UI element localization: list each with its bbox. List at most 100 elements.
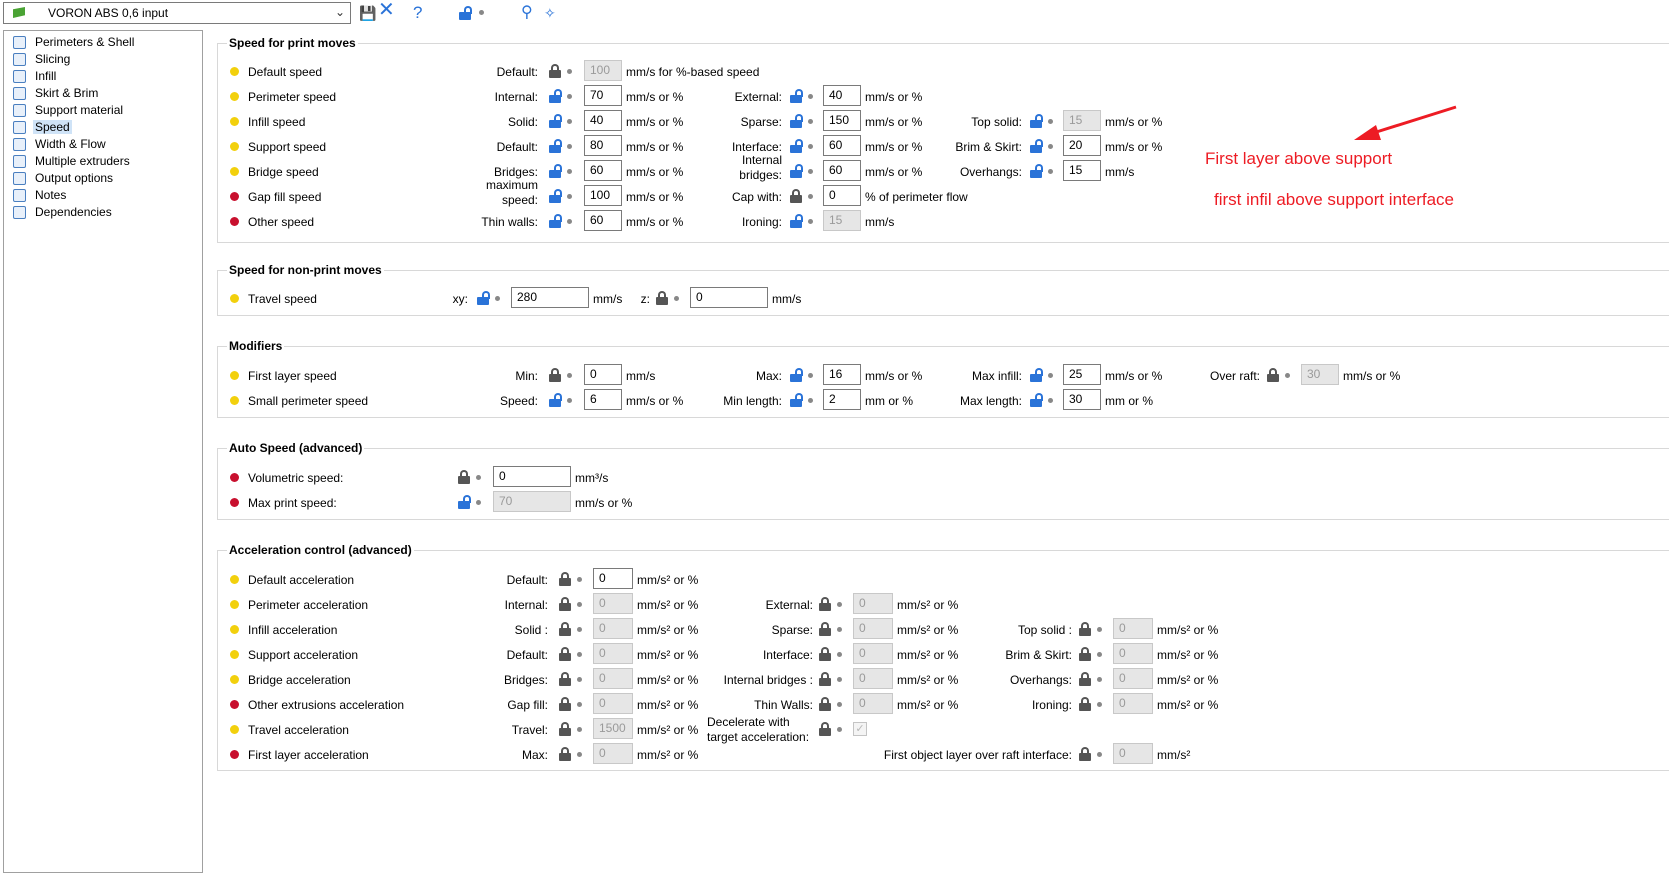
lock-icon[interactable] [790,189,802,203]
first-layer-max-input[interactable]: 16 [823,364,861,385]
accel-brim-skirt-input[interactable]: 0 [1113,643,1153,664]
chevron-down-icon[interactable]: ⌄ [335,5,345,19]
unlock-icon[interactable] [549,139,562,153]
lock-icon[interactable] [559,622,571,636]
accel-interface-input[interactable]: 0 [853,643,893,664]
ironing-input[interactable]: 15 [823,210,861,231]
sidebar-item-notes[interactable]: Notes [9,187,199,204]
cap-with-input[interactable]: 0 [823,185,861,206]
accel-first-layer-input[interactable]: 0 [593,743,633,764]
save-icon[interactable]: 💾 [359,4,376,22]
lock-icon[interactable] [559,747,571,761]
accel-support-default-input[interactable]: 0 [593,643,633,664]
accel-travel-input[interactable]: 1500 [593,718,633,739]
lock-icon[interactable] [559,722,571,736]
travel-xy-input[interactable]: 280 [511,287,589,308]
first-object-layer-raft-input[interactable]: 0 [1113,743,1153,764]
lock-icon[interactable] [559,647,571,661]
help-icon[interactable]: ? [413,4,422,22]
lock-icon[interactable] [819,697,831,711]
preset-select[interactable]: VORON ABS 0,6 input ⌄ [3,2,351,24]
accel-overhangs-input[interactable]: 0 [1113,668,1153,689]
perimeter-external-input[interactable]: 40 [823,85,861,106]
unlock-icon[interactable] [1030,114,1043,128]
support-interface-input[interactable]: 60 [823,135,861,156]
infill-solid-input[interactable]: 40 [584,110,622,131]
lock-icon[interactable] [1079,647,1091,661]
sidebar-item-slicing[interactable]: Slicing [9,51,199,68]
lock-icon[interactable] [819,622,831,636]
unlock-icon[interactable] [458,495,471,509]
max-print-speed-input[interactable]: 70 [493,491,571,512]
accel-external-input[interactable]: 0 [853,593,893,614]
internal-bridges-input[interactable]: 60 [823,160,861,181]
accel-internal-bridges-input[interactable]: 0 [853,668,893,689]
accel-solid-input[interactable]: 0 [593,618,633,639]
lock-icon[interactable] [1267,368,1279,382]
unlock-icon[interactable] [790,139,803,153]
lock-icon[interactable] [559,597,571,611]
unlock-icon[interactable] [549,214,562,228]
close-icon[interactable]: ✕ [378,0,395,20]
lock-icon[interactable] [549,368,561,382]
sidebar-item-support[interactable]: Support material [9,102,199,119]
support-brim-skirt-input[interactable]: 20 [1063,135,1101,156]
sidebar-item-infill[interactable]: Infill [9,68,199,85]
unlock-icon[interactable] [1030,393,1043,407]
lock-icon[interactable] [819,597,831,611]
small-perim-max-length-input[interactable]: 30 [1063,389,1101,410]
unlock-icon[interactable] [790,114,803,128]
small-perim-speed-input[interactable]: 6 [584,389,622,410]
accel-ironing-input[interactable]: 0 [1113,693,1153,714]
unlock-icon[interactable] [1030,164,1043,178]
accel-default-input[interactable]: 0 [593,568,633,589]
lock-icon[interactable] [459,6,472,20]
volumetric-speed-input[interactable]: 0 [493,466,571,487]
travel-z-input[interactable]: 0 [690,287,768,308]
infill-top-solid-input[interactable]: 15 [1063,110,1101,131]
sidebar-item-skirt-brim[interactable]: Skirt & Brim [9,85,199,102]
unlock-icon[interactable] [549,164,562,178]
lock-icon[interactable] [819,722,831,736]
overhangs-input[interactable]: 15 [1063,160,1101,181]
first-layer-min-input[interactable]: 0 [584,364,622,385]
accel-thin-walls-input[interactable]: 0 [853,693,893,714]
lock-icon[interactable] [559,572,571,586]
lock-icon[interactable] [819,672,831,686]
unlock-icon[interactable] [790,164,803,178]
lock-icon[interactable] [549,64,561,78]
sidebar-item-width-flow[interactable]: Width & Flow [9,136,199,153]
accel-top-solid-input[interactable]: 0 [1113,618,1153,639]
bridges-input[interactable]: 60 [584,160,622,181]
perimeter-internal-input[interactable]: 70 [584,85,622,106]
tools-icon[interactable]: ✧ [544,4,556,22]
unlock-icon[interactable] [790,368,803,382]
decelerate-target-checkbox[interactable]: ✓ [853,722,867,736]
sidebar-item-speed[interactable]: Speed [9,119,199,136]
unlock-icon[interactable] [790,393,803,407]
small-perim-min-length-input[interactable]: 2 [823,389,861,410]
gap-fill-input[interactable]: 100 [584,185,622,206]
accel-gap-fill-input[interactable]: 0 [593,693,633,714]
search-icon[interactable]: ⚲ [521,4,533,22]
sidebar-item-dependencies[interactable]: Dependencies [9,204,199,221]
unlock-icon[interactable] [549,114,562,128]
lock-icon[interactable] [1079,622,1091,636]
lock-icon[interactable] [819,647,831,661]
sidebar-item-output[interactable]: Output options [9,170,199,187]
unlock-icon[interactable] [549,189,562,203]
accel-internal-input[interactable]: 0 [593,593,633,614]
unlock-icon[interactable] [549,393,562,407]
sidebar-item-perimeters[interactable]: Perimeters & Shell [9,34,199,51]
accel-sparse-input[interactable]: 0 [853,618,893,639]
first-layer-over-raft-input[interactable]: 30 [1301,364,1339,385]
lock-icon[interactable] [559,672,571,686]
lock-icon[interactable] [1079,672,1091,686]
unlock-icon[interactable] [1030,368,1043,382]
first-layer-max-infill-input[interactable]: 25 [1063,364,1101,385]
thin-walls-input[interactable]: 60 [584,210,622,231]
unlock-icon[interactable] [790,214,803,228]
accel-bridges-input[interactable]: 0 [593,668,633,689]
support-default-input[interactable]: 80 [584,135,622,156]
infill-sparse-input[interactable]: 150 [823,110,861,131]
